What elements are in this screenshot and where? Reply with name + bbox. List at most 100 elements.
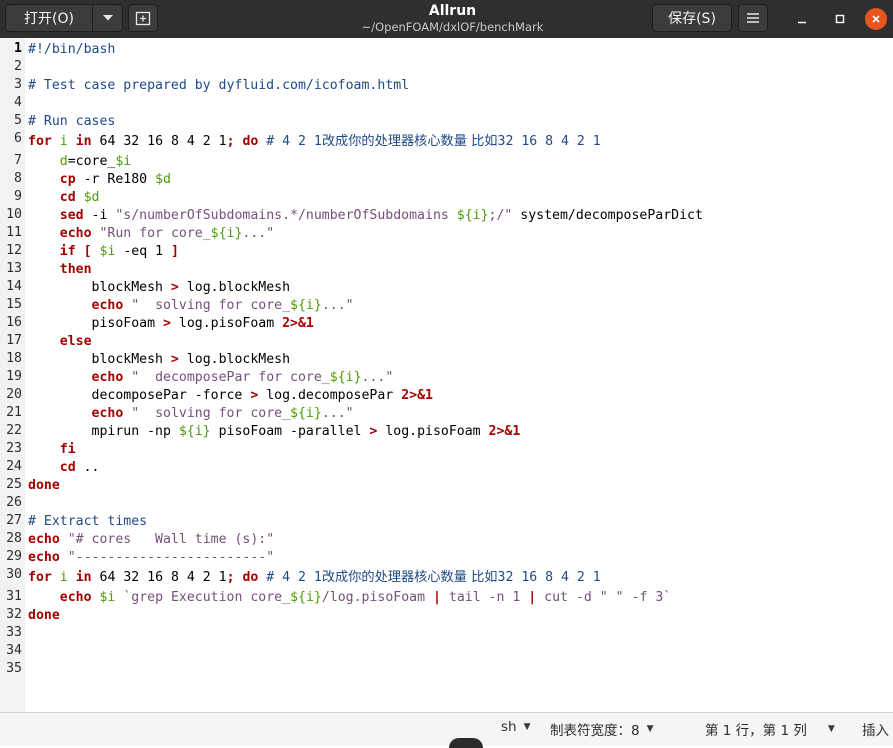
line-number: 6 <box>14 131 22 146</box>
code-line[interactable]: 20 decomposePar -force > log.decomposePa… <box>0 386 893 404</box>
code-line[interactable]: 35 <box>0 660 893 678</box>
code-token: echo <box>28 550 60 565</box>
code-line[interactable]: 18 blockMesh > log.blockMesh <box>0 350 893 368</box>
code-line[interactable]: 2 <box>0 58 893 76</box>
line-number: 28 <box>6 531 22 546</box>
save-button[interactable]: 保存(S) <box>652 4 732 32</box>
line-code: # Run cases <box>28 113 115 130</box>
code-line[interactable]: 9 cd $d <box>0 188 893 206</box>
code-token: mpirun -np <box>28 424 179 439</box>
code-line[interactable]: 23 fi <box>0 440 893 458</box>
code-token: for <box>28 570 52 585</box>
code-token: ${i} <box>290 298 322 313</box>
line-code: # Test case prepared by dyfluid.com/icof… <box>28 77 409 94</box>
code-token: cut -d " " -f 3` <box>536 590 672 605</box>
code-line[interactable]: 13 then <box>0 260 893 278</box>
line-code: for i in 64 32 16 8 4 2 1; do # 4 2 1改成你… <box>28 569 601 586</box>
code-line[interactable]: 25 done <box>0 476 893 494</box>
code-line[interactable]: 4 <box>0 94 893 112</box>
code-token: blockMesh <box>28 352 171 367</box>
line-code: blockMesh > log.blockMesh <box>28 351 291 368</box>
open-dropdown-button[interactable] <box>93 4 123 32</box>
minimize-button[interactable] <box>791 8 813 30</box>
code-token: > <box>170 280 179 295</box>
code-token: sed <box>59 208 84 223</box>
line-code: done <box>28 607 60 624</box>
code-line[interactable]: 24 cd .. <box>0 458 893 476</box>
line-number: 23 <box>6 441 22 456</box>
main-menu-button[interactable] <box>738 4 768 32</box>
code-line[interactable]: 32 done <box>0 606 893 624</box>
line-number: 31 <box>6 589 22 604</box>
line-code: echo "# cores Wall time (s):" <box>28 531 274 548</box>
line-number: 29 <box>6 549 22 564</box>
line-number: 30 <box>6 567 22 582</box>
text-editor[interactable]: 1 #!/bin/bash 2 3 # Test case prepared by dy… <box>0 38 893 712</box>
code-token: i <box>59 570 68 585</box>
line-number: 21 <box>6 405 22 420</box>
open-button[interactable]: 打开(O) <box>5 4 93 32</box>
code-line[interactable]: 27 # Extract times <box>0 512 893 530</box>
code-token: 改成你的处理器核心数量 比如 <box>321 134 498 149</box>
code-token: " solving for core_ <box>131 298 291 313</box>
line-code: echo $i `grep Execution core_${i}/log.pi… <box>28 589 671 606</box>
code-line[interactable]: 17 else <box>0 332 893 350</box>
code-line[interactable]: 19 echo " decomposePar for core_${i}..." <box>0 368 893 386</box>
code-line[interactable]: 10 sed -i "s/numberOfSubdomains.*/number… <box>0 206 893 224</box>
cursor-position-selector[interactable]: 第 1 行，第 1 列 ▼ <box>705 719 835 739</box>
code-token: " decomposePar for core_ <box>131 370 330 385</box>
code-line[interactable]: 34 <box>0 642 893 660</box>
line-code: cd .. <box>28 459 100 476</box>
new-tab-button[interactable] <box>128 4 158 32</box>
code-line[interactable]: 21 echo " solving for core_${i}..." <box>0 404 893 422</box>
code-line[interactable]: 14 blockMesh > log.blockMesh <box>0 278 893 296</box>
language-selector[interactable]: sh ▼ <box>501 719 531 735</box>
code-token: ; do <box>226 570 259 585</box>
code-token: fi <box>59 442 76 457</box>
code-line[interactable]: 22 mpirun -np ${i} pisoFoam -parallel > … <box>0 422 893 440</box>
code-line[interactable]: 3 # Test case prepared by dyfluid.com/ico… <box>0 76 893 94</box>
code-line[interactable]: 8 cp -r Re180 $d <box>0 170 893 188</box>
code-line[interactable]: 31 echo $i `grep Execution core_${i}/log… <box>0 588 893 606</box>
line-code: #!/bin/bash <box>28 41 115 58</box>
code-token: for <box>28 134 52 149</box>
code-token: " solving for core_ <box>131 406 291 421</box>
insert-mode-indicator[interactable]: 插入 <box>862 719 889 739</box>
code-token: pisoFoam -parallel <box>210 424 370 439</box>
code-token: > <box>162 316 171 331</box>
code-line[interactable]: 6 for i in 64 32 16 8 4 2 1; do # 4 2 1改成… <box>0 130 893 152</box>
code-line[interactable]: 1 #!/bin/bash <box>0 40 893 58</box>
close-button[interactable] <box>865 8 887 30</box>
code-token: $i <box>115 154 132 169</box>
line-number: 24 <box>6 459 22 474</box>
language-label: sh <box>501 719 517 735</box>
maximize-button[interactable] <box>829 8 851 30</box>
line-code: for i in 64 32 16 8 4 2 1; do # 4 2 1改成你… <box>28 133 601 150</box>
code-token: then <box>59 262 92 277</box>
code-line[interactable]: 16 pisoFoam > log.pisoFoam 2>&1 <box>0 314 893 332</box>
code-line[interactable]: 7 d=core_$i <box>0 152 893 170</box>
code-line[interactable]: 5 # Run cases <box>0 112 893 130</box>
code-token: > <box>170 352 179 367</box>
code-token: ${i} <box>290 406 322 421</box>
code-line[interactable]: 11 echo "Run for core_${i}..." <box>0 224 893 242</box>
code-line[interactable]: 30 for i in 64 32 16 8 4 2 1; do # 4 2 1改… <box>0 566 893 588</box>
code-token: "Run for core_ <box>99 226 211 241</box>
code-line[interactable]: 26 <box>0 494 893 512</box>
code-token: echo <box>91 298 124 313</box>
code-line[interactable]: 12 if [ $i -eq 1 ] <box>0 242 893 260</box>
code-token: else <box>59 334 92 349</box>
insert-mode-label: 插入 <box>862 723 889 739</box>
code-line[interactable]: 33 <box>0 624 893 642</box>
code-token: ${i} <box>210 226 243 241</box>
code-token: 32 16 8 4 2 1 <box>497 570 601 585</box>
code-line[interactable]: 28 echo "# cores Wall time (s):" <box>0 530 893 548</box>
code-line[interactable]: 15 echo " solving for core_${i}..." <box>0 296 893 314</box>
tab-width-selector[interactable]: 制表符宽度：8 ▼ <box>550 719 654 739</box>
code-line[interactable]: 29 echo "------------------------" <box>0 548 893 566</box>
